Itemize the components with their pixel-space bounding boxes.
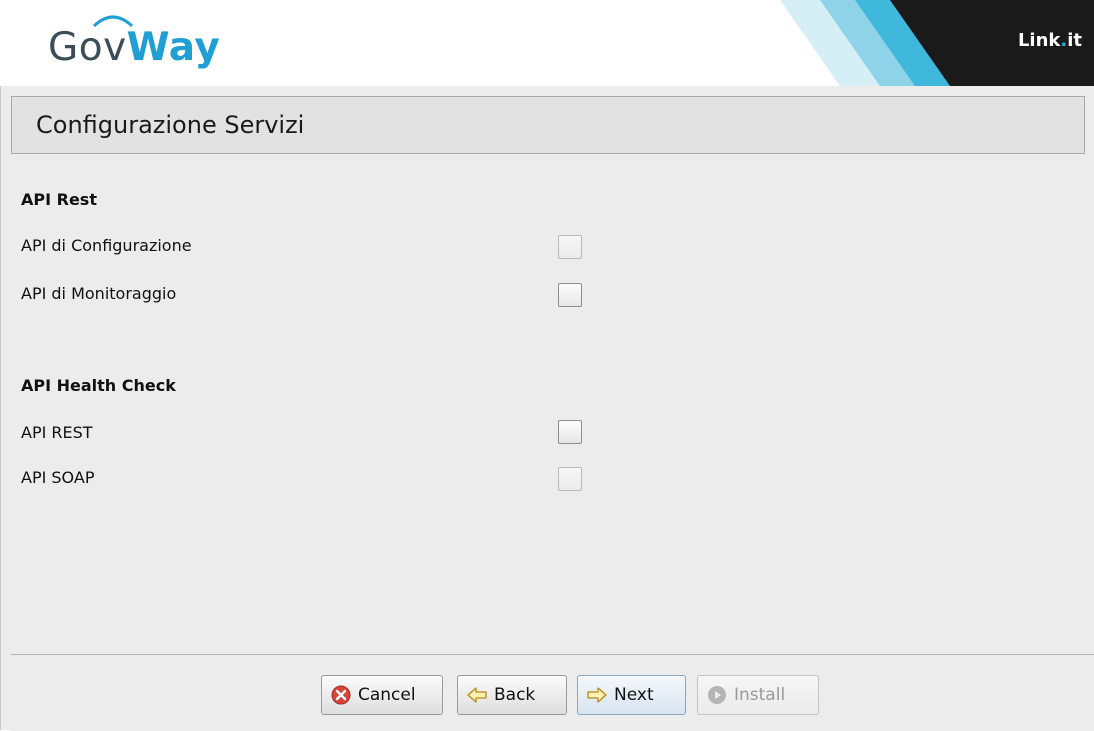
section-heading-api-rest: API Rest [21,190,97,209]
logo-gov-text: Gov [48,25,127,70]
linkit-brand: Link.it [1018,30,1082,51]
back-button-label: Back [494,685,536,705]
arrow-left-icon [467,687,487,703]
page-title-bar: Configurazione Servizi [11,96,1085,154]
label-api-rest: API REST [21,423,93,442]
logo-way-text: Way [126,25,221,70]
label-api-soap: API SOAP [21,468,95,487]
button-bar: Cancel Back Next Install [11,654,1094,731]
header-banner: GovWay Link.it [0,0,1094,86]
install-icon [708,686,726,704]
next-button[interactable]: Next [577,675,686,715]
brand-text-main: Link [1017,30,1061,51]
checkbox-api-configurazione[interactable] [558,235,582,259]
main-panel: Configurazione Servizi API Rest API di C… [0,86,1094,731]
section-heading-api-health-check: API Health Check [21,376,176,395]
page-title: Configurazione Servizi [36,111,305,139]
arrow-right-icon [587,687,607,703]
cancel-button-label: Cancel [358,685,416,705]
checkbox-api-rest[interactable] [558,420,582,444]
back-button[interactable]: Back [457,675,567,715]
label-api-monitoraggio: API di Monitoraggio [21,284,177,303]
install-button[interactable]: Install [697,675,819,715]
cancel-button[interactable]: Cancel [321,675,443,715]
next-button-label: Next [614,685,654,705]
cancel-icon [331,685,351,705]
brand-text-end: it [1067,30,1082,51]
install-button-label: Install [734,685,786,705]
label-api-configurazione: API di Configurazione [21,236,192,255]
govway-logo: GovWay [48,20,220,80]
checkbox-api-monitoraggio[interactable] [558,283,582,307]
checkbox-api-soap[interactable] [558,467,582,491]
